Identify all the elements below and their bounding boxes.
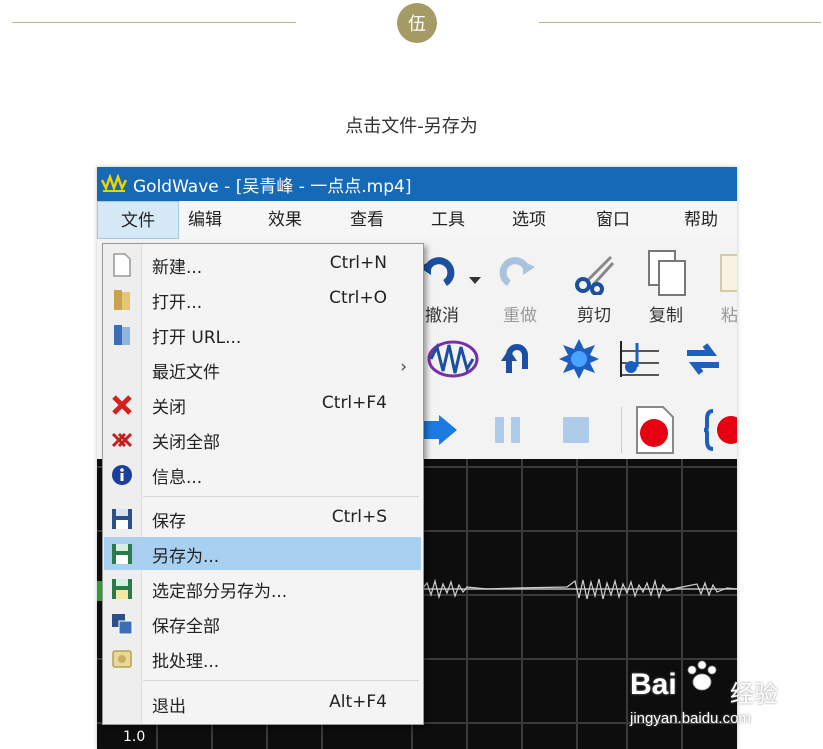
paste-icon[interactable] xyxy=(719,251,737,295)
menu-item-recent-files[interactable]: 最近文件 › xyxy=(104,353,421,386)
open-url-icon xyxy=(110,323,134,347)
amplitude-axis-label: 1.0 xyxy=(123,729,146,745)
menu-item-open-url[interactable]: 打开 URL... xyxy=(104,318,421,351)
menu-item-label: 打开 URL... xyxy=(152,328,242,348)
scissors-icon[interactable] xyxy=(573,251,617,295)
goldwave-logo-icon xyxy=(101,174,127,192)
menu-item-label: 最近文件 xyxy=(152,363,220,383)
save-selection-icon xyxy=(110,577,134,601)
right-divider xyxy=(539,22,821,23)
menu-item-label: 保存 xyxy=(152,512,186,532)
step-badge: 伍 xyxy=(397,3,437,43)
menu-item-shortcut: Ctrl+N xyxy=(329,253,387,273)
menu-item-batch[interactable]: 批处理... xyxy=(104,642,421,675)
menu-item-shortcut: Alt+F4 xyxy=(329,692,387,712)
menu-file[interactable]: 文件 xyxy=(97,201,179,239)
save-icon xyxy=(110,507,134,531)
menu-item-shortcut: Ctrl+O xyxy=(329,288,387,308)
redo-label: 重做 xyxy=(503,306,537,326)
menu-item-save-all[interactable]: 保存全部 xyxy=(104,607,421,640)
menu-item-label: 信息... xyxy=(152,468,203,488)
menu-effects[interactable]: 效果 xyxy=(261,201,309,239)
info-icon xyxy=(110,463,134,487)
menu-item-exit[interactable]: 退出 Alt+F4 xyxy=(104,687,421,720)
cue-points-icon[interactable] xyxy=(617,337,661,381)
copy-icon[interactable] xyxy=(645,249,689,297)
menu-bar: 文件 编辑 效果 查看 工具 选项 窗口 帮助 xyxy=(97,201,737,239)
menu-item-close-all[interactable]: 关闭全部 xyxy=(104,423,421,456)
file-menu: 新建... Ctrl+N 打开... Ctrl+O 打开 URL... 最近文件… xyxy=(102,243,424,725)
menu-item-label: 打开... xyxy=(152,293,203,313)
menu-item-label: 保存全部 xyxy=(152,617,220,637)
menu-item-shortcut: Ctrl+F4 xyxy=(321,393,387,413)
menu-item-label: 新建... xyxy=(152,258,203,278)
menu-item-new[interactable]: 新建... Ctrl+N xyxy=(104,248,421,281)
new-file-icon xyxy=(110,253,134,277)
close-all-icon xyxy=(110,428,134,452)
gear-effect-icon[interactable] xyxy=(557,337,601,381)
step-caption: 点击文件-另存为 xyxy=(345,116,478,137)
copy-label: 复制 xyxy=(649,306,683,326)
open-icon xyxy=(110,288,134,312)
menu-item-save-as[interactable]: 另存为... xyxy=(104,537,421,570)
watermark-url: jingyan.baidu.com xyxy=(630,710,751,727)
menu-separator xyxy=(143,680,419,681)
record-selection-icon[interactable] xyxy=(703,405,737,455)
reverse-icon[interactable] xyxy=(497,339,537,379)
menu-item-label: 批处理... xyxy=(152,652,220,672)
menu-edit[interactable]: 编辑 xyxy=(181,201,229,239)
stop-icon[interactable] xyxy=(563,417,589,443)
baidu-watermark: Bai 经验 jingyan.baidu.com xyxy=(630,660,790,735)
transport-divider xyxy=(621,407,622,453)
waveform-effect-icon[interactable] xyxy=(427,339,479,379)
batch-icon xyxy=(110,647,134,671)
submenu-arrow-icon: › xyxy=(400,357,407,377)
watermark-brand: Bai xyxy=(630,668,677,701)
menu-item-label: 关闭全部 xyxy=(152,433,220,453)
menu-item-label: 退出 xyxy=(152,697,186,717)
cut-label: 剪切 xyxy=(577,306,611,326)
resample-icon[interactable] xyxy=(681,337,725,381)
menu-item-close[interactable]: 关闭 Ctrl+F4 xyxy=(104,388,421,421)
menu-view[interactable]: 查看 xyxy=(343,201,391,239)
watermark-brand-cn: 经验 xyxy=(730,680,778,708)
menu-item-save-selection[interactable]: 选定部分另存为... xyxy=(104,572,421,605)
menu-options[interactable]: 选项 xyxy=(505,201,553,239)
menu-item-shortcut: Ctrl+S xyxy=(331,507,387,527)
menu-item-info[interactable]: 信息... xyxy=(104,458,421,491)
menu-window[interactable]: 窗口 xyxy=(589,201,637,239)
menu-item-label: 另存为... xyxy=(152,547,220,567)
undo-dropdown-icon[interactable] xyxy=(469,277,481,285)
menu-help[interactable]: 帮助 xyxy=(677,201,725,239)
undo-label: 撤消 xyxy=(425,306,459,326)
menu-item-open[interactable]: 打开... Ctrl+O xyxy=(104,283,421,316)
window-title: GoldWave - [吴青峰 - 一点点.mp4] xyxy=(133,176,412,197)
close-icon xyxy=(110,393,134,417)
pause-icon[interactable] xyxy=(495,415,521,445)
play-icon[interactable] xyxy=(419,415,459,445)
menu-item-label: 关闭 xyxy=(152,398,186,418)
menu-tools[interactable]: 工具 xyxy=(424,201,472,239)
redo-icon[interactable] xyxy=(499,253,539,293)
title-bar: GoldWave - [吴青峰 - 一点点.mp4] xyxy=(97,167,737,201)
paste-label: 粘 xyxy=(721,306,737,326)
menu-separator xyxy=(143,496,419,497)
save-as-icon xyxy=(110,542,134,566)
menu-item-label: 选定部分另存为... xyxy=(152,582,288,602)
save-all-icon xyxy=(110,612,134,636)
paw-icon xyxy=(687,660,717,691)
record-icon[interactable] xyxy=(633,405,677,455)
menu-item-save[interactable]: 保存 Ctrl+S xyxy=(104,502,421,535)
left-divider xyxy=(12,22,296,23)
